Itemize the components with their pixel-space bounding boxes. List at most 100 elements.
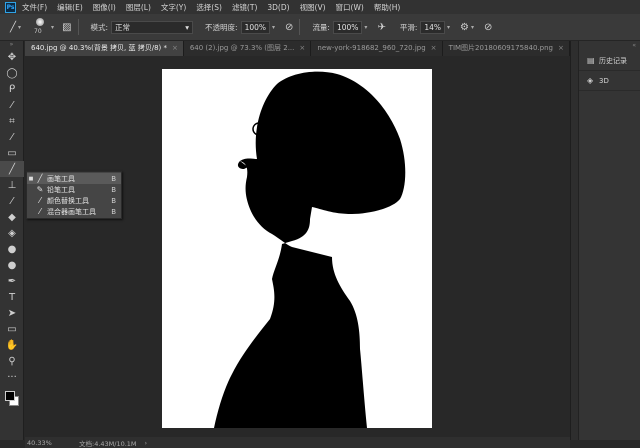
photoshop-logo-icon: Ps: [5, 1, 16, 13]
flyout-item-label: 混合器画笔工具: [47, 207, 96, 216]
path-selection-tool-icon[interactable]: ➤: [0, 305, 24, 321]
panel-3d[interactable]: ◈ 3D: [579, 71, 640, 91]
panel-label: 历史记录: [599, 56, 627, 65]
menu-bar: Ps 文件(F) 编辑(E) 图像(I) 图层(L) 文字(Y) 选择(S) 滤…: [0, 0, 640, 14]
document-tab[interactable]: new-york-918682_960_720.jpg ×: [311, 41, 443, 56]
flyout-item-brush[interactable]: ■ ╱ 画笔工具 B: [27, 173, 121, 184]
tab-label: TIM图片20180609175840.png: [448, 44, 553, 52]
document-tab[interactable]: 640 (2).jpg @ 73.3% (图层 2... ×: [183, 41, 312, 56]
dodge-tool-icon[interactable]: ●: [0, 257, 24, 273]
foreground-color-swatch[interactable]: [5, 391, 15, 401]
status-bar: 40.33% 文档:4.43M/10.1M ›: [25, 437, 570, 448]
selected-marker-icon: ■: [28, 175, 34, 182]
flow-label: 流量:: [312, 22, 330, 32]
close-icon[interactable]: ×: [558, 44, 564, 52]
flyout-item-label: 颜色替换工具: [47, 196, 89, 205]
hand-tool-icon[interactable]: ✋: [0, 337, 24, 353]
menu-help[interactable]: 帮助(H): [374, 2, 401, 13]
pen-tool-icon[interactable]: ✒: [0, 273, 24, 289]
menu-type[interactable]: 文字(Y): [161, 2, 186, 13]
crop-tool-icon[interactable]: ⌗: [0, 113, 24, 129]
chevron-down-icon[interactable]: ▾: [447, 24, 450, 31]
history-brush-tool-icon[interactable]: ⁄: [0, 193, 24, 209]
smoothing-input[interactable]: 14%: [420, 20, 446, 34]
canvas-area[interactable]: [25, 56, 570, 436]
3d-icon: ◈: [587, 76, 594, 85]
brush-tool-icon[interactable]: ╱: [0, 161, 24, 177]
chevron-right-icon[interactable]: ›: [145, 439, 148, 447]
rectangle-tool-icon[interactable]: ▭: [0, 321, 24, 337]
document-canvas[interactable]: [162, 69, 432, 428]
brush-tool-flyout-menu: ■ ╱ 画笔工具 B ✎ 铅笔工具 B ⁄ 颜色替换工具 B ⁄ 混合器画笔工具…: [26, 171, 122, 219]
brush-tool-preset-icon[interactable]: ╱: [10, 22, 16, 33]
shortcut-key: B: [111, 196, 116, 205]
chevron-down-icon[interactable]: ▾: [18, 24, 21, 31]
chevron-down-icon[interactable]: ▾: [471, 24, 474, 31]
collapse-panel-icon[interactable]: «: [579, 41, 640, 51]
blur-tool-icon[interactable]: ●: [0, 241, 24, 257]
tool-strip: » ✥ ◯ ᑭ ⁄ ⌗ ⁄ ▭ ╱ ⊥ ⁄ ◆ ◈ ● ● ✒ T ➤ ▭ ✋ …: [0, 41, 24, 440]
pressure-size-icon[interactable]: ⊘: [484, 22, 492, 33]
document-tab-bar: 640.jpg @ 40.3%(背景 拷贝, 蓝 拷贝/8) * × 640 (2…: [25, 41, 570, 56]
menu-layer[interactable]: 图层(L): [126, 2, 151, 13]
mode-value: 正常: [115, 22, 131, 32]
chevron-down-icon[interactable]: ▾: [364, 24, 367, 31]
more-tools-icon[interactable]: ···: [0, 369, 24, 385]
paint-bucket-tool-icon[interactable]: ◈: [0, 225, 24, 241]
right-panel: « ▤ 历史记录 ◈ 3D: [578, 41, 640, 440]
mixer-brush-icon: ⁄: [39, 207, 41, 216]
panel-label: 3D: [599, 76, 609, 85]
opacity-label: 不透明度:: [205, 22, 238, 32]
chevron-down-icon[interactable]: ▾: [272, 24, 275, 31]
lasso-tool-icon[interactable]: ᑭ: [0, 81, 24, 97]
flow-input[interactable]: 100%: [332, 20, 363, 34]
menu-view[interactable]: 视图(V): [300, 2, 326, 13]
menu-select[interactable]: 选择(S): [196, 2, 222, 13]
brush-preset-picker[interactable]: 70: [31, 16, 49, 38]
mode-label: 模式:: [90, 22, 109, 32]
clone-stamp-tool-icon[interactable]: ⊥: [0, 177, 24, 193]
brush-settings-panel-icon[interactable]: ▨: [62, 22, 71, 33]
menu-edit[interactable]: 编辑(E): [57, 2, 83, 13]
menu-3d[interactable]: 3D(D): [267, 3, 289, 12]
close-icon[interactable]: ×: [431, 44, 437, 52]
opacity-input[interactable]: 100%: [240, 20, 271, 34]
flyout-item-label: 画笔工具: [47, 174, 75, 183]
close-icon[interactable]: ×: [172, 44, 178, 52]
marquee-tool-icon[interactable]: ◯: [0, 65, 24, 81]
healing-brush-tool-icon[interactable]: ▭: [0, 145, 24, 161]
pressure-opacity-icon[interactable]: ⊘: [285, 22, 293, 33]
tab-label: 640.jpg @ 40.3%(背景 拷贝, 蓝 拷贝/8) *: [31, 44, 168, 52]
collapse-toolbar-icon[interactable]: »: [0, 41, 23, 49]
eraser-tool-icon[interactable]: ◆: [0, 209, 24, 225]
mode-select[interactable]: 正常 ▾: [111, 20, 194, 34]
quick-selection-tool-icon[interactable]: ⁄: [0, 97, 24, 113]
flyout-item-pencil[interactable]: ✎ 铅笔工具 B: [27, 184, 121, 195]
type-tool-icon[interactable]: T: [0, 289, 24, 305]
close-icon[interactable]: ×: [299, 44, 305, 52]
move-tool-icon[interactable]: ✥: [0, 49, 24, 65]
chevron-down-icon[interactable]: ▾: [51, 24, 54, 31]
flyout-item-label: 铅笔工具: [47, 185, 75, 194]
shortcut-key: B: [111, 174, 116, 183]
flyout-item-mixer-brush[interactable]: ⁄ 混合器画笔工具 B: [27, 206, 121, 217]
eyedropper-tool-icon[interactable]: ⁄: [0, 129, 24, 145]
panel-history[interactable]: ▤ 历史记录: [579, 51, 640, 71]
menu-image[interactable]: 图像(I): [93, 2, 116, 13]
panel-dock-strip: [570, 41, 578, 440]
zoom-tool-icon[interactable]: ⚲: [0, 353, 24, 369]
divider: [77, 19, 79, 35]
document-tab[interactable]: 640.jpg @ 40.3%(背景 拷贝, 蓝 拷贝/8) * ×: [25, 41, 184, 56]
menu-window[interactable]: 窗口(W): [336, 2, 364, 13]
pencil-icon: ✎: [36, 185, 44, 194]
flyout-item-color-replacement[interactable]: ⁄ 颜色替换工具 B: [27, 195, 121, 206]
menu-filter[interactable]: 滤镜(T): [232, 2, 257, 13]
zoom-level[interactable]: 40.33%: [27, 439, 67, 447]
airbrush-icon[interactable]: ✈: [377, 22, 385, 33]
tab-label: 640 (2).jpg @ 73.3% (图层 2...: [189, 44, 295, 52]
document-tab[interactable]: TIM图片20180609175840.png ×: [442, 41, 570, 56]
menu-file[interactable]: 文件(F): [22, 2, 47, 13]
gear-icon[interactable]: ⚙: [460, 22, 469, 33]
color-swatches[interactable]: [0, 385, 23, 411]
shortcut-key: B: [111, 185, 116, 194]
